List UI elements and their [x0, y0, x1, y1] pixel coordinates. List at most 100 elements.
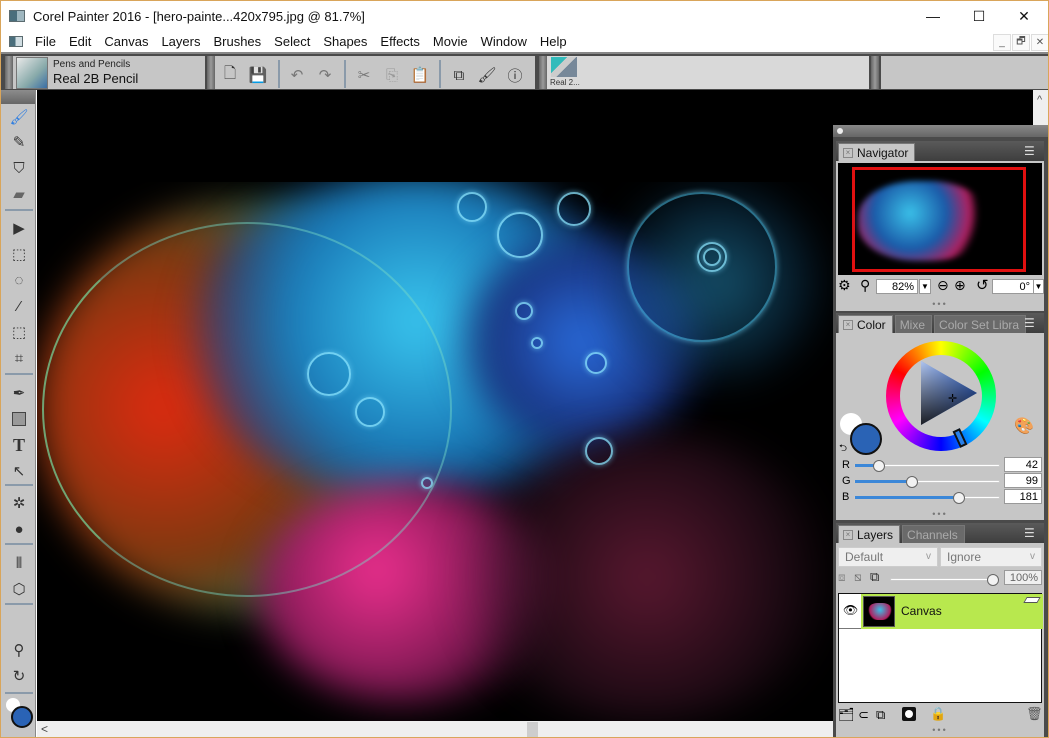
save-icon[interactable]: 💾 [248, 65, 268, 85]
close-button[interactable]: ✕ [1001, 1, 1047, 31]
navigator-settings-icon[interactable]: ⚙ [838, 277, 851, 294]
minimize-button[interactable]: — [910, 1, 956, 31]
menu-layers[interactable]: Layers [155, 34, 207, 49]
redo-icon[interactable]: ↷ [315, 65, 335, 85]
dropper-tool-icon[interactable]: ✎ [7, 131, 31, 153]
panel-resize-grip[interactable]: ••• [836, 725, 1044, 735]
b-value-field[interactable] [1004, 489, 1042, 504]
dynamic-plugins-icon[interactable]: ⊂ [858, 707, 869, 723]
brush-tool-icon[interactable]: 🖌 [7, 106, 31, 128]
menu-brushes[interactable]: Brushes [207, 34, 268, 49]
dock-grip[interactable] [833, 125, 1048, 137]
toolbar-grip[interactable] [871, 56, 879, 89]
color-picker-stamp-icon[interactable]: 🎨 [1014, 416, 1034, 436]
zoom-level-field[interactable] [876, 279, 918, 294]
tab-layers[interactable]: × Layers [838, 525, 901, 543]
recent-brush-icon[interactable] [551, 57, 577, 77]
pen-tool-icon[interactable]: ✒ [7, 382, 31, 404]
panel-menu-icon[interactable]: ☰ [1024, 316, 1040, 330]
zoom-out-icon[interactable]: ⊖ [937, 277, 949, 294]
composite-depth-dropdown[interactable]: Ignore v [940, 547, 1042, 567]
opacity-slider[interactable] [890, 574, 999, 586]
g-slider[interactable] [854, 476, 1000, 488]
layer-adjuster-tool-icon[interactable]: ▶ [7, 217, 31, 239]
rotate-page-tool-icon[interactable]: ↻ [7, 665, 31, 687]
b-slider[interactable] [854, 492, 1000, 504]
opacity-slider-knob[interactable] [987, 574, 999, 586]
document-icon[interactable] [9, 36, 23, 47]
scroll-up-button[interactable]: ^ [1037, 94, 1042, 106]
hue-ring[interactable]: ✛ [886, 341, 996, 451]
r-value-field[interactable] [1004, 457, 1042, 472]
layer-commands-icon[interactable]: 🗂 [838, 707, 855, 723]
toolbar-grip[interactable] [5, 56, 13, 89]
composite-method-dropdown[interactable]: Default v [838, 547, 938, 567]
text-tool-icon[interactable]: T [7, 434, 31, 456]
hue-handle[interactable] [952, 428, 968, 448]
b-slider-knob[interactable] [952, 492, 965, 504]
close-panel-icon[interactable]: × [843, 319, 853, 330]
rectangular-selection-tool-icon[interactable]: ⬚ [7, 243, 31, 265]
opacity-field[interactable] [1004, 570, 1042, 585]
panel-menu-icon[interactable]: ☰ [1024, 526, 1040, 540]
rectangle-shape-tool-icon[interactable] [7, 408, 31, 430]
tab-mixer[interactable]: Mixe [894, 315, 933, 333]
menu-edit[interactable]: Edit [63, 34, 98, 49]
rotate-icon[interactable]: ↺ [976, 276, 989, 294]
zoom-dropdown-button[interactable]: ▼ [919, 279, 931, 294]
maximize-button[interactable]: ☐ [956, 1, 1002, 31]
horizontal-scrollbar[interactable]: < [37, 721, 833, 737]
menu-effects[interactable]: Effects [374, 34, 427, 49]
menu-file[interactable]: File [29, 34, 63, 49]
tab-channels[interactable]: Channels [902, 525, 965, 543]
toolbar-grip[interactable] [207, 56, 215, 89]
r-slider-knob[interactable] [873, 460, 886, 472]
scroll-left-button[interactable]: < [41, 722, 48, 736]
paint-bucket-tool-icon[interactable]: ⛉ [7, 157, 31, 179]
new-document-icon[interactable]: 🗋 [220, 65, 240, 85]
zoom-in-icon[interactable]: ⊕ [954, 277, 966, 294]
tab-color[interactable]: × Color [838, 315, 893, 333]
doc-close-button[interactable]: ✕ [1031, 34, 1048, 51]
magnifier-tool-icon[interactable]: ⚲ [7, 639, 31, 661]
layer-name[interactable]: Canvas [901, 604, 942, 618]
menu-window[interactable]: Window [475, 34, 534, 49]
clone-source-icon[interactable]: ⧉ [449, 65, 469, 85]
tab-navigator[interactable]: × Navigator [838, 143, 916, 161]
help-icon[interactable]: ⓘ [505, 65, 525, 85]
painting-image[interactable] [37, 182, 833, 721]
close-panel-icon[interactable]: × [843, 147, 853, 158]
main-color-swatch[interactable] [11, 706, 33, 728]
lasso-tool-icon[interactable]: ◌ [7, 269, 31, 291]
color-picker-crosshair[interactable]: ✛ [948, 392, 957, 405]
crop-tool-icon[interactable]: ⌗ [7, 347, 31, 369]
undo-icon[interactable]: ↶ [287, 65, 307, 85]
delete-layer-icon[interactable]: 🗑 [1026, 706, 1043, 722]
rotation-field[interactable] [992, 279, 1034, 294]
swap-colors-icon[interactable]: ⮌ [839, 441, 847, 458]
menu-shapes[interactable]: Shapes [317, 34, 374, 49]
visibility-eye-icon[interactable]: 👁 [843, 603, 858, 617]
copy-icon[interactable]: ⎘ [382, 65, 402, 85]
eraser-tool-icon[interactable]: ▰ [7, 183, 31, 205]
horizontal-scroll-thumb[interactable] [527, 722, 538, 737]
menu-select[interactable]: Select [268, 34, 317, 49]
create-layer-mask-icon[interactable] [902, 707, 916, 721]
menu-canvas[interactable]: Canvas [98, 34, 155, 49]
doc-restore-button[interactable]: 🗗 [1012, 34, 1030, 51]
rotation-dropdown-button[interactable]: ▼ [1033, 279, 1044, 294]
brush-search-icon[interactable]: 🖌 [477, 65, 497, 85]
pick-up-underlying-color-icon[interactable]: ⧅ [854, 570, 862, 585]
g-slider-knob[interactable] [905, 476, 918, 488]
lock-layer-icon[interactable]: 🔒 [930, 706, 946, 722]
perspective-guides-tool-icon[interactable]: ⬡ [7, 578, 31, 600]
menu-help[interactable]: Help [534, 34, 574, 49]
doc-minimize-button[interactable]: _ [993, 34, 1011, 51]
tab-color-set-libraries[interactable]: Color Set Libra [934, 315, 1027, 333]
brush-preview-icon[interactable] [16, 57, 48, 89]
panel-menu-icon[interactable]: ☰ [1024, 144, 1040, 158]
layer-row[interactable]: 👁 Canvas [839, 594, 1043, 629]
panel-resize-grip[interactable]: ••• [836, 509, 1044, 519]
main-color-swatch[interactable] [850, 423, 882, 455]
magic-wand-tool-icon[interactable]: ⁄ [7, 295, 31, 317]
